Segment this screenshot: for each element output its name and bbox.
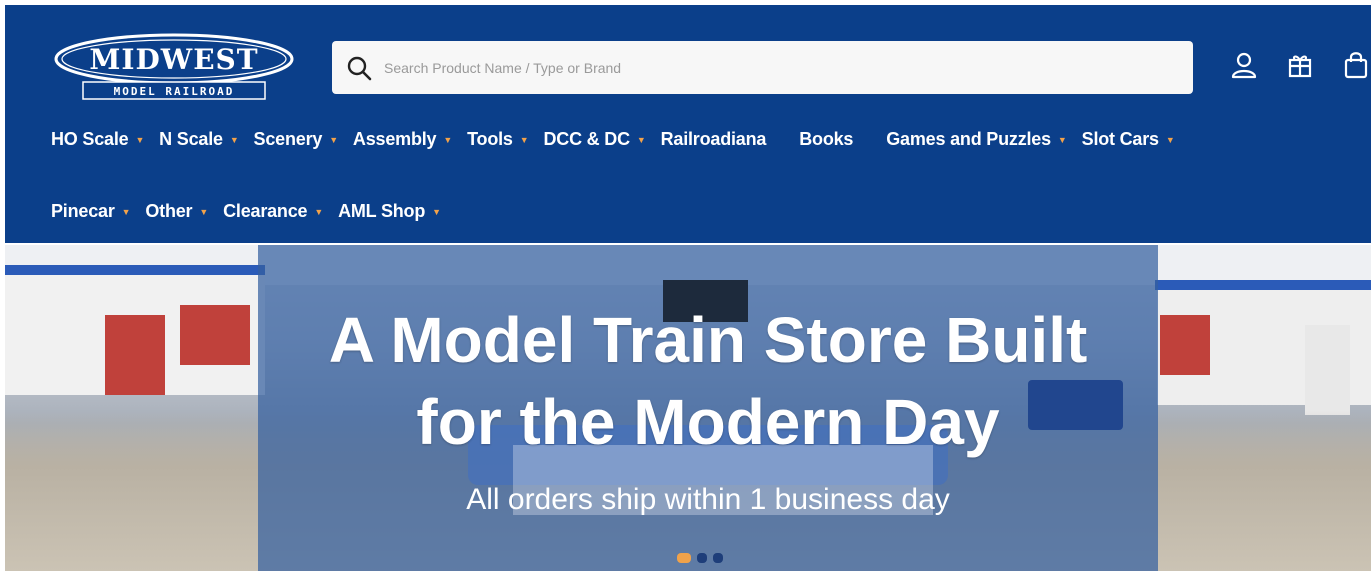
nav-games-and-puzzles[interactable]: Games and Puzzles ▼: [886, 129, 1067, 150]
chevron-down-icon: ▼: [1165, 134, 1175, 145]
nav-label: Tools: [467, 129, 513, 149]
hero-photo-display: [1305, 325, 1350, 415]
nav-books[interactable]: Books: [799, 129, 853, 150]
main-nav-row-2: Pinecar ▼ Other ▼ Clearance ▼ AML Shop ▼: [51, 201, 456, 222]
nav-aml-shop[interactable]: AML Shop ▼: [338, 201, 441, 222]
nav-label: Clearance: [223, 201, 308, 221]
hero-photo-sign-strip: [1155, 280, 1371, 290]
main-nav-row-1: HO Scale ▼ N Scale ▼ Scenery ▼ Assembly ▼ To…: [51, 129, 1190, 150]
chevron-down-icon: ▼: [443, 134, 453, 145]
hero-photo-shelf: [180, 305, 250, 365]
chevron-down-icon: ▼: [329, 134, 338, 145]
chevron-down-icon: ▼: [1057, 134, 1067, 145]
nav-label: Assembly: [352, 129, 437, 149]
nav-ho-scale[interactable]: HO Scale ▼: [51, 129, 144, 150]
hero-title-line-1: A Model Train Store Built: [328, 304, 1088, 376]
nav-label: Scenery: [253, 129, 323, 149]
nav-assembly[interactable]: Assembly ▼: [353, 129, 452, 150]
nav-label: DCC & DC: [543, 129, 630, 149]
nav-label: Slot Cars: [1081, 129, 1159, 149]
nav-label: Railroadiana: [660, 129, 767, 149]
hero-photo-shelf: [105, 315, 165, 395]
midwest-logo[interactable]: MIDWEST MODEL RAILROAD: [53, 32, 295, 103]
nav-label: Other: [145, 201, 193, 221]
user-icon[interactable]: [1229, 50, 1259, 80]
hero-title: A Model Train Store Built for the Modern…: [258, 299, 1158, 463]
logo-brand-text: MIDWEST: [89, 43, 258, 76]
nav-label: Pinecar: [51, 201, 115, 221]
cart-icon[interactable]: [1341, 50, 1371, 80]
nav-label: Books: [799, 129, 854, 149]
chevron-down-icon: ▼: [121, 206, 131, 217]
hero-banner[interactable]: A Model Train Store Built for the Modern…: [5, 245, 1371, 571]
carousel-dot[interactable]: [713, 553, 723, 563]
nav-label: Games and Puzzles: [886, 129, 1051, 149]
nav-label: AML Shop: [338, 201, 426, 221]
gift-icon[interactable]: [1285, 50, 1315, 80]
nav-railroadiana[interactable]: Railroadiana: [661, 129, 767, 150]
nav-clearance[interactable]: Clearance ▼: [223, 201, 323, 222]
chevron-down-icon: ▼: [314, 206, 324, 217]
hero-photo-sign-strip: [5, 265, 265, 275]
nav-label: HO Scale: [51, 129, 129, 149]
chevron-down-icon: ▼: [135, 134, 145, 145]
chevron-down-icon: ▼: [519, 134, 529, 145]
nav-scenery[interactable]: Scenery ▼: [253, 129, 339, 150]
chevron-down-icon: ▼: [636, 134, 646, 145]
chevron-down-icon: ▼: [199, 206, 209, 217]
nav-pinecar[interactable]: Pinecar ▼: [51, 201, 131, 222]
chevron-down-icon: ▼: [229, 134, 239, 145]
site-header: MIDWEST MODEL RAILROAD Search Product Na…: [5, 5, 1371, 243]
chevron-down-icon: ▼: [432, 206, 441, 217]
logo-tagline-text: MODEL RAILROAD: [114, 85, 235, 98]
hero-subtitle: All orders ship within 1 business day: [466, 483, 950, 516]
nav-other[interactable]: Other ▼: [145, 201, 208, 222]
nav-label: N Scale: [159, 129, 223, 149]
hero-title-line-2: for the Modern Day: [416, 386, 1000, 458]
search-icon[interactable]: [344, 53, 374, 83]
nav-dcc-dc[interactable]: DCC & DC ▼: [543, 129, 645, 150]
search-bar[interactable]: [332, 41, 1193, 94]
hero-photo-shelf: [1160, 315, 1210, 375]
nav-tools[interactable]: Tools ▼: [467, 129, 529, 150]
carousel-dot[interactable]: [697, 553, 707, 563]
carousel-dot-active[interactable]: [677, 553, 691, 563]
nav-n-scale[interactable]: N Scale ▼: [159, 129, 239, 150]
nav-slot-cars[interactable]: Slot Cars ▼: [1082, 129, 1175, 150]
search-input[interactable]: [384, 41, 1193, 94]
